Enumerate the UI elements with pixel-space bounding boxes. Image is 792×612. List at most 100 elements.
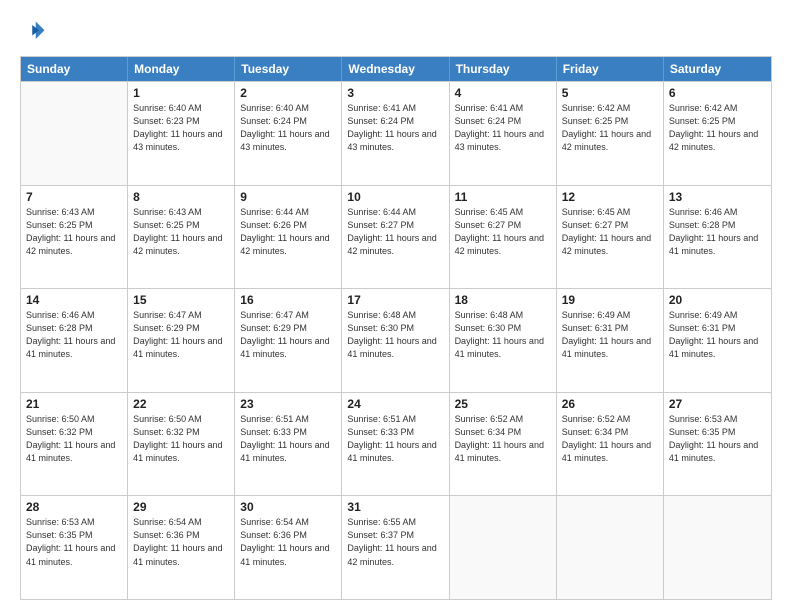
day-number: 5 <box>562 86 658 100</box>
logo-icon <box>20 18 48 46</box>
sun-info: Sunrise: 6:44 AMSunset: 6:26 PMDaylight:… <box>240 206 336 258</box>
header <box>20 18 772 46</box>
sun-info: Sunrise: 6:53 AMSunset: 6:35 PMDaylight:… <box>26 516 122 568</box>
day-number: 22 <box>133 397 229 411</box>
calendar-cell <box>450 496 557 599</box>
weekday-header-saturday: Saturday <box>664 57 771 81</box>
day-number: 9 <box>240 190 336 204</box>
day-number: 7 <box>26 190 122 204</box>
calendar-cell: 8 Sunrise: 6:43 AMSunset: 6:25 PMDaylight… <box>128 186 235 289</box>
sun-info: Sunrise: 6:48 AMSunset: 6:30 PMDaylight:… <box>347 309 443 361</box>
sun-info: Sunrise: 6:47 AMSunset: 6:29 PMDaylight:… <box>240 309 336 361</box>
sun-info: Sunrise: 6:44 AMSunset: 6:27 PMDaylight:… <box>347 206 443 258</box>
calendar-cell <box>557 496 664 599</box>
day-number: 3 <box>347 86 443 100</box>
calendar-cell: 1 Sunrise: 6:40 AMSunset: 6:23 PMDaylight… <box>128 82 235 185</box>
calendar-row-4: 21 Sunrise: 6:50 AMSunset: 6:32 PMDayligh… <box>21 392 771 496</box>
day-number: 26 <box>562 397 658 411</box>
calendar-cell: 30Sunrise: 6:54 AMSunset: 6:36 PMDayligh… <box>235 496 342 599</box>
day-number: 6 <box>669 86 766 100</box>
sun-info: Sunrise: 6:41 AMSunset: 6:24 PMDaylight:… <box>347 102 443 154</box>
calendar-cell: 26 Sunrise: 6:52 AMSunset: 6:34 PMDayligh… <box>557 393 664 496</box>
sun-info: Sunrise: 6:43 AMSunset: 6:25 PMDaylight:… <box>133 206 229 258</box>
calendar-row-1: 1 Sunrise: 6:40 AMSunset: 6:23 PMDaylight… <box>21 81 771 185</box>
calendar-cell: 23Sunrise: 6:51 AMSunset: 6:33 PMDayligh… <box>235 393 342 496</box>
calendar-cell: 20 Sunrise: 6:49 AMSunset: 6:31 PMDayligh… <box>664 289 771 392</box>
calendar-row-3: 14 Sunrise: 6:46 AMSunset: 6:28 PMDayligh… <box>21 288 771 392</box>
day-number: 16 <box>240 293 336 307</box>
day-number: 31 <box>347 500 443 514</box>
weekday-header-monday: Monday <box>128 57 235 81</box>
sun-info: Sunrise: 6:47 AMSunset: 6:29 PMDaylight:… <box>133 309 229 361</box>
weekday-header-sunday: Sunday <box>21 57 128 81</box>
calendar-body: 1 Sunrise: 6:40 AMSunset: 6:23 PMDaylight… <box>21 81 771 599</box>
calendar-cell: 19 Sunrise: 6:49 AMSunset: 6:31 PMDayligh… <box>557 289 664 392</box>
sun-info: Sunrise: 6:52 AMSunset: 6:34 PMDaylight:… <box>455 413 551 465</box>
day-number: 27 <box>669 397 766 411</box>
calendar: SundayMondayTuesdayWednesdayThursdayFrid… <box>20 56 772 600</box>
calendar-row-2: 7 Sunrise: 6:43 AMSunset: 6:25 PMDaylight… <box>21 185 771 289</box>
calendar-cell: 9 Sunrise: 6:44 AMSunset: 6:26 PMDaylight… <box>235 186 342 289</box>
day-number: 8 <box>133 190 229 204</box>
sun-info: Sunrise: 6:54 AMSunset: 6:36 PMDaylight:… <box>133 516 229 568</box>
day-number: 11 <box>455 190 551 204</box>
calendar-cell: 3 Sunrise: 6:41 AMSunset: 6:24 PMDaylight… <box>342 82 449 185</box>
calendar-cell: 6 Sunrise: 6:42 AMSunset: 6:25 PMDaylight… <box>664 82 771 185</box>
calendar-cell: 29 Sunrise: 6:54 AMSunset: 6:36 PMDayligh… <box>128 496 235 599</box>
sun-info: Sunrise: 6:40 AMSunset: 6:23 PMDaylight:… <box>133 102 229 154</box>
sun-info: Sunrise: 6:55 AMSunset: 6:37 PMDaylight:… <box>347 516 443 568</box>
day-number: 1 <box>133 86 229 100</box>
calendar-cell: 4 Sunrise: 6:41 AMSunset: 6:24 PMDaylight… <box>450 82 557 185</box>
day-number: 14 <box>26 293 122 307</box>
page: SundayMondayTuesdayWednesdayThursdayFrid… <box>0 0 792 612</box>
sun-info: Sunrise: 6:53 AMSunset: 6:35 PMDaylight:… <box>669 413 766 465</box>
sun-info: Sunrise: 6:42 AMSunset: 6:25 PMDaylight:… <box>669 102 766 154</box>
sun-info: Sunrise: 6:50 AMSunset: 6:32 PMDaylight:… <box>133 413 229 465</box>
calendar-cell: 12 Sunrise: 6:45 AMSunset: 6:27 PMDayligh… <box>557 186 664 289</box>
sun-info: Sunrise: 6:45 AMSunset: 6:27 PMDaylight:… <box>562 206 658 258</box>
day-number: 21 <box>26 397 122 411</box>
sun-info: Sunrise: 6:49 AMSunset: 6:31 PMDaylight:… <box>562 309 658 361</box>
calendar-cell: 14 Sunrise: 6:46 AMSunset: 6:28 PMDayligh… <box>21 289 128 392</box>
day-number: 25 <box>455 397 551 411</box>
sun-info: Sunrise: 6:42 AMSunset: 6:25 PMDaylight:… <box>562 102 658 154</box>
calendar-cell: 18Sunrise: 6:48 AMSunset: 6:30 PMDayligh… <box>450 289 557 392</box>
calendar-cell <box>21 82 128 185</box>
day-number: 24 <box>347 397 443 411</box>
sun-info: Sunrise: 6:46 AMSunset: 6:28 PMDaylight:… <box>26 309 122 361</box>
sun-info: Sunrise: 6:45 AMSunset: 6:27 PMDaylight:… <box>455 206 551 258</box>
sun-info: Sunrise: 6:50 AMSunset: 6:32 PMDaylight:… <box>26 413 122 465</box>
day-number: 4 <box>455 86 551 100</box>
calendar-cell: 2Sunrise: 6:40 AMSunset: 6:24 PMDaylight… <box>235 82 342 185</box>
calendar-cell: 5 Sunrise: 6:42 AMSunset: 6:25 PMDaylight… <box>557 82 664 185</box>
sun-info: Sunrise: 6:41 AMSunset: 6:24 PMDaylight:… <box>455 102 551 154</box>
logo <box>20 18 52 46</box>
weekday-header-friday: Friday <box>557 57 664 81</box>
day-number: 12 <box>562 190 658 204</box>
sun-info: Sunrise: 6:46 AMSunset: 6:28 PMDaylight:… <box>669 206 766 258</box>
day-number: 29 <box>133 500 229 514</box>
calendar-cell: 28 Sunrise: 6:53 AMSunset: 6:35 PMDayligh… <box>21 496 128 599</box>
day-number: 28 <box>26 500 122 514</box>
day-number: 15 <box>133 293 229 307</box>
calendar-cell: 25 Sunrise: 6:52 AMSunset: 6:34 PMDayligh… <box>450 393 557 496</box>
sun-info: Sunrise: 6:54 AMSunset: 6:36 PMDaylight:… <box>240 516 336 568</box>
sun-info: Sunrise: 6:43 AMSunset: 6:25 PMDaylight:… <box>26 206 122 258</box>
day-number: 20 <box>669 293 766 307</box>
day-number: 17 <box>347 293 443 307</box>
day-number: 19 <box>562 293 658 307</box>
sun-info: Sunrise: 6:49 AMSunset: 6:31 PMDaylight:… <box>669 309 766 361</box>
sun-info: Sunrise: 6:40 AMSunset: 6:24 PMDaylight:… <box>240 102 336 154</box>
calendar-cell: 7 Sunrise: 6:43 AMSunset: 6:25 PMDaylight… <box>21 186 128 289</box>
sun-info: Sunrise: 6:51 AMSunset: 6:33 PMDaylight:… <box>240 413 336 465</box>
calendar-cell: 16 Sunrise: 6:47 AMSunset: 6:29 PMDayligh… <box>235 289 342 392</box>
calendar-cell: 13Sunrise: 6:46 AMSunset: 6:28 PMDayligh… <box>664 186 771 289</box>
calendar-cell: 21 Sunrise: 6:50 AMSunset: 6:32 PMDayligh… <box>21 393 128 496</box>
weekday-header-tuesday: Tuesday <box>235 57 342 81</box>
calendar-cell: 31 Sunrise: 6:55 AMSunset: 6:37 PMDayligh… <box>342 496 449 599</box>
calendar-cell: 27 Sunrise: 6:53 AMSunset: 6:35 PMDayligh… <box>664 393 771 496</box>
sun-info: Sunrise: 6:52 AMSunset: 6:34 PMDaylight:… <box>562 413 658 465</box>
calendar-cell: 22 Sunrise: 6:50 AMSunset: 6:32 PMDayligh… <box>128 393 235 496</box>
day-number: 10 <box>347 190 443 204</box>
calendar-cell: 24Sunrise: 6:51 AMSunset: 6:33 PMDayligh… <box>342 393 449 496</box>
